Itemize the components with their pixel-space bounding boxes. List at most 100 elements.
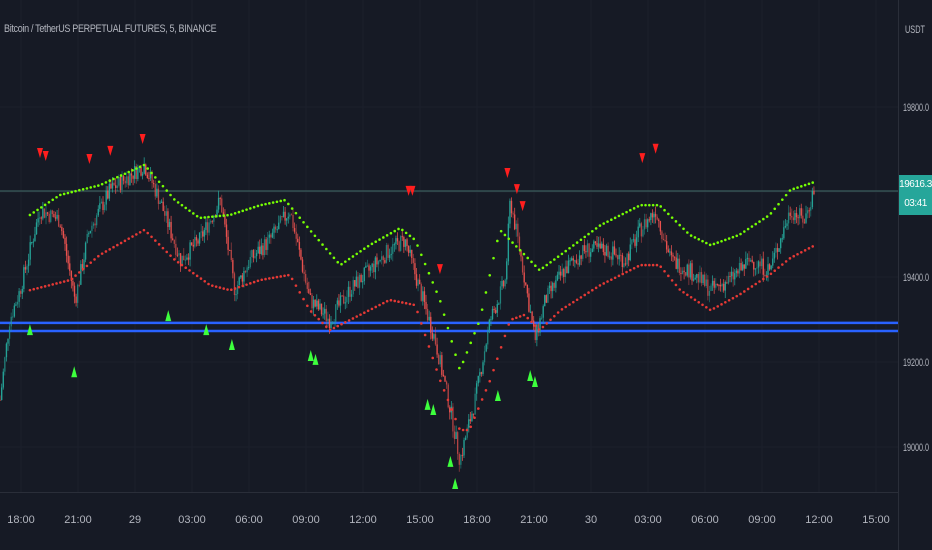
lower-band-dot [682,290,685,294]
upper-band-dot [287,202,290,206]
lower-band-dot [245,283,248,286]
candle-body [574,260,576,262]
upper-band-dot [374,240,378,244]
candle-body [129,173,131,186]
candle-body [507,223,510,262]
sell-signal-marker [86,154,93,164]
candle-body [399,236,402,251]
lower-band-dot [211,284,214,287]
candle-body [243,271,245,282]
candle-body [621,255,624,268]
lower-band-dot [568,303,571,306]
candle-body [684,272,687,276]
upper-band-dot [43,203,47,207]
upper-band-dot [317,238,321,242]
lower-band-dot [78,271,81,274]
candle-body [396,238,399,242]
candle-body [154,184,156,197]
upper-band-dot [382,236,385,239]
candle-body [639,223,641,227]
candle-body [737,270,739,274]
upper-band-dot [602,222,606,225]
candle-body [62,231,65,238]
upper-band-dot [93,185,96,188]
time-tick-label: 06:00 [691,514,719,526]
lower-band-dot [51,283,55,286]
lower-band-dot [572,300,575,304]
lower-band-dot [602,282,606,285]
candle-body [791,215,793,218]
candle-body [263,239,266,256]
upper-band-dot [431,281,435,284]
candle-body [596,243,598,247]
time-tick-label: 29 [129,514,141,526]
upper-band-dot [545,263,549,267]
candle-body [361,281,364,283]
candle-body [491,308,494,320]
buy-signal-marker [71,366,78,378]
upper-band-dot [655,203,659,207]
upper-band-dot [203,216,207,219]
price-chart[interactable]: 19800.0 19400.0 19200.0 19000.0 18:00 21:00 2… [0,0,932,550]
upper-band-dot [613,216,617,220]
candle-body [61,227,63,232]
candle-body [724,282,726,291]
candle-body [395,238,397,245]
lower-band-dot [503,334,507,338]
lower-band-dot [404,301,408,305]
upper-band-dot [423,262,427,266]
candle-body [232,260,234,274]
candle-body [349,286,351,297]
upper-band-dot [47,201,51,204]
buy-signal-marker [531,375,538,387]
upper-band-dot [355,252,359,256]
candle-body [78,284,80,286]
candle-body [312,299,315,309]
buy-signal-marker [312,353,319,365]
upper-band-dot [598,224,602,227]
candle-body [335,304,337,322]
candle-body [531,311,533,321]
candle-body [235,294,237,296]
candle-body [347,286,350,297]
symbol-title[interactable]: Bitcoin / TetherUS PERPETUAL FUTURES, 5,… [4,23,217,35]
candle-body [658,219,660,222]
lower-band-dot [279,275,283,278]
candle-body [732,271,734,280]
upper-band-dot [682,227,685,231]
lower-band-dot [640,263,644,267]
candle-body [4,357,6,372]
upper-band-dot [651,203,655,207]
upper-band-dot [686,231,689,234]
candle-body [276,229,278,231]
candle-body [425,302,427,309]
candle-body [358,274,361,288]
candle-body [341,295,343,297]
upper-band-dot [222,214,226,217]
upper-band-dot [256,204,260,208]
candle-body [64,237,66,244]
candle-body [493,308,495,311]
candle-body [198,232,201,244]
candle-body [91,225,93,231]
lower-band-dot [522,313,526,317]
price-axis[interactable]: 19800.0 19400.0 19200.0 19000.0 [903,102,929,454]
candle-body [741,264,744,271]
sell-signal-marker [436,264,443,275]
lower-band-dot [230,288,233,292]
lower-band-dot [135,233,138,236]
lower-band-dot [507,323,511,326]
time-axis[interactable]: 18:00 21:00 29 03:00 06:00 09:00 12:00 15:00 18:… [7,514,890,526]
price-tick-label: 19400.0 [903,272,929,284]
candle-body [659,221,662,232]
candle-body [217,197,220,210]
lower-band-dot [773,269,777,273]
upper-band-dot [507,237,511,241]
buy-signal-marker [228,339,235,350]
candle-body [168,221,171,228]
upper-band-dot [511,241,514,244]
candle-body [295,231,297,239]
upper-band-dot [207,215,210,219]
candle-body [121,175,123,191]
lower-band-dot [739,292,742,296]
